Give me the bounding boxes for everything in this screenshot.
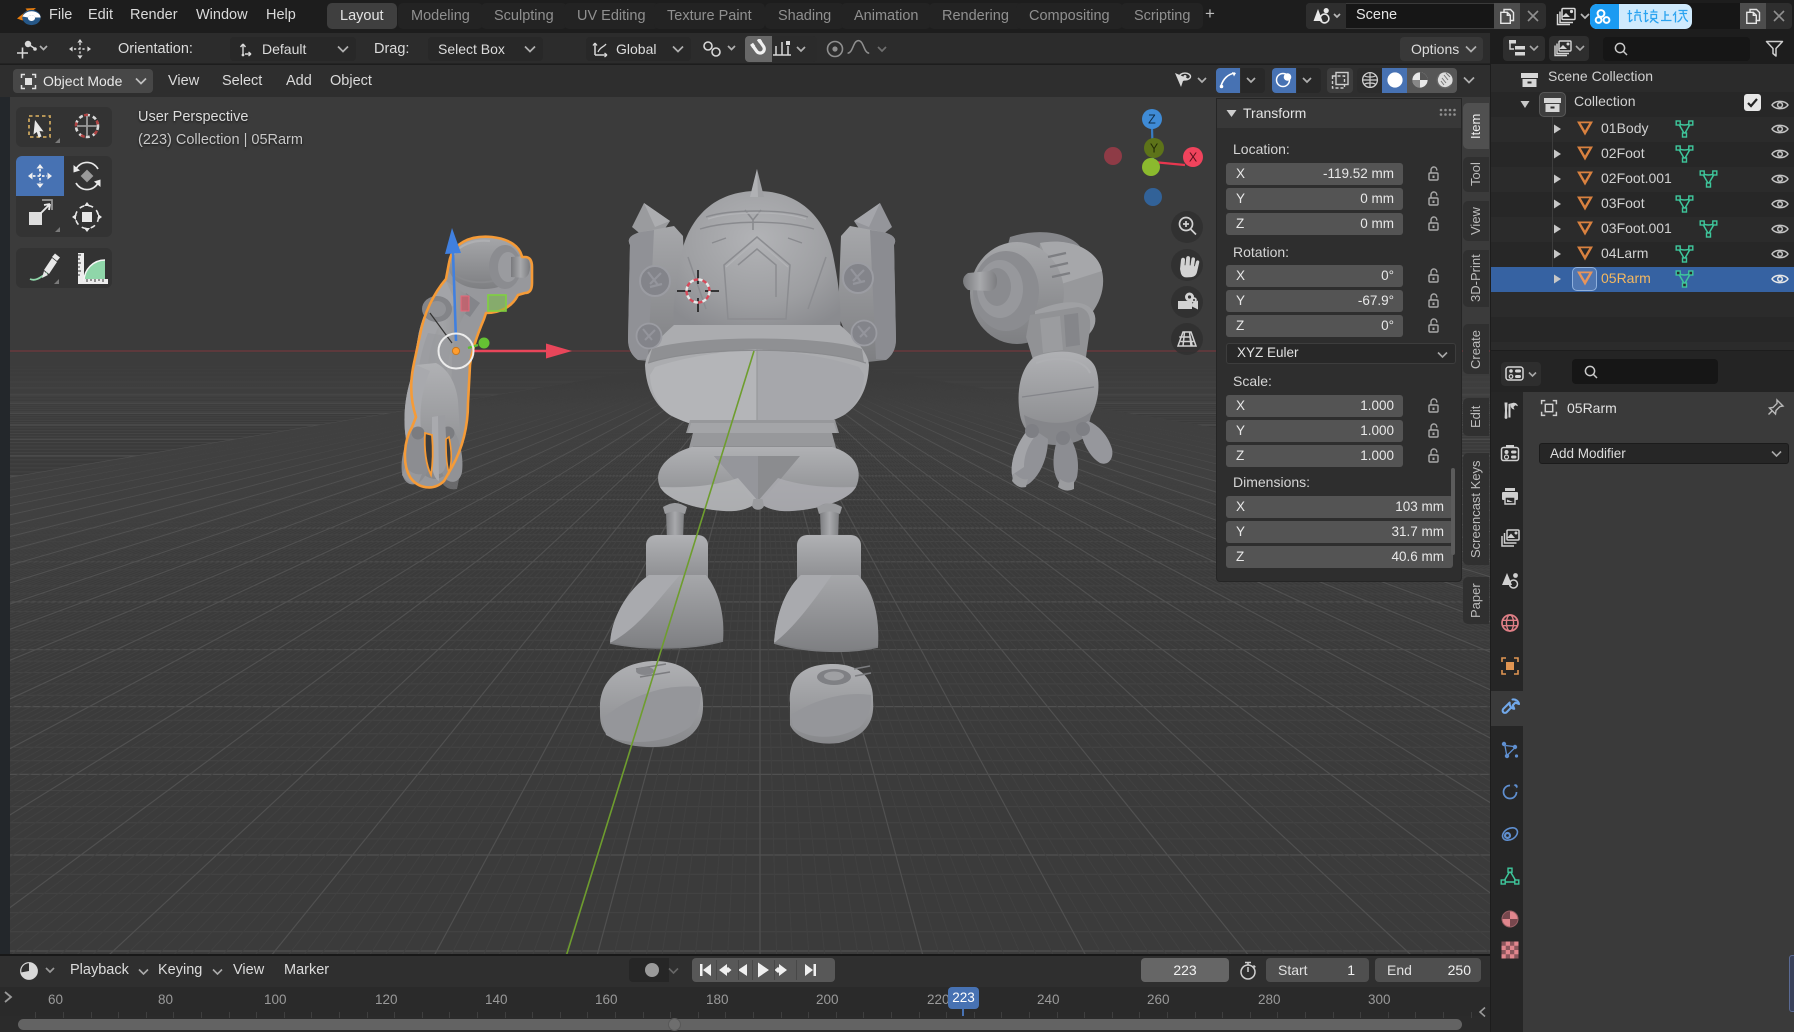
- svg-text:Z: Z: [1148, 113, 1156, 127]
- svg-text:Y: Y: [1150, 142, 1159, 156]
- svg-text:X: X: [1189, 151, 1198, 165]
